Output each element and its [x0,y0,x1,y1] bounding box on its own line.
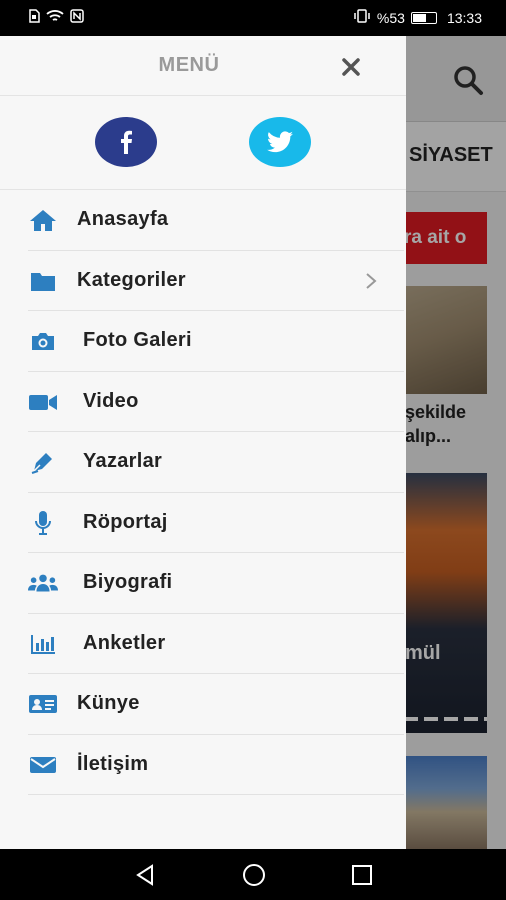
vibrate-icon [353,9,371,26]
menu-item-kunye[interactable]: Künye [28,674,404,735]
facebook-button[interactable] [95,117,157,167]
menu-item-label: Röportaj [83,510,168,533]
chevron-right-icon [364,271,378,291]
menu-item-biyografi[interactable]: Biyografi [28,553,404,614]
microphone-icon [28,510,58,536]
menu-item-iletisim[interactable]: İletişim [28,735,404,795]
menu-item-label: İletişim [77,752,149,775]
navigation-drawer: MENÜ Anasayfa Kategoriler Foto Galeri Vi… [0,36,406,849]
menu-item-label: Anasayfa [77,208,169,230]
menu-item-kategoriler[interactable]: Kategoriler [28,251,404,311]
menu-item-yazarlar[interactable]: Yazarlar [28,432,404,493]
nfc-icon [70,9,84,26]
wifi-icon [46,9,64,26]
recents-icon[interactable] [348,861,376,889]
menu-item-label: Kategoriler [77,268,186,291]
drawer-title: MENÜ [158,54,220,76]
menu-item-label: Video [83,389,139,412]
video-icon [28,389,58,415]
close-icon[interactable] [338,54,364,80]
menu-item-label: Biyografi [83,571,173,593]
menu-item-anketler[interactable]: Anketler [28,614,404,674]
battery-icon [410,11,437,24]
sim-icon [28,9,40,26]
menu-item-label: Foto Galeri [83,329,192,351]
menu-item-video[interactable]: Video [28,372,404,432]
home-button-icon[interactable] [240,861,268,889]
twitter-button[interactable] [249,117,311,167]
screen: %53 13:33 SİYASET ra ait o şekilde alıp.… [0,0,506,900]
bar-chart-icon [28,631,58,657]
pen-icon [28,449,58,475]
folder-icon [28,268,58,294]
drawer-menu: Anasayfa Kategoriler Foto Galeri Video Y… [0,190,406,795]
social-links [0,96,406,190]
drawer-header: MENÜ [0,36,406,96]
clock: 13:33 [446,9,482,26]
envelope-icon [28,752,58,778]
home-icon [28,207,58,233]
menu-item-roportaj[interactable]: Röportaj [28,493,404,553]
id-card-icon [28,691,58,717]
system-navigation-bar [0,849,506,900]
battery-percent: %53 [376,9,405,26]
back-icon[interactable] [132,861,160,889]
camera-icon [28,328,58,354]
menu-item-label: Künye [77,692,140,714]
menu-item-anasayfa[interactable]: Anasayfa [28,190,404,251]
status-bar: %53 13:33 [0,0,506,36]
menu-item-label: Yazarlar [83,450,163,472]
menu-item-label: Anketler [83,631,166,654]
menu-item-foto-galeri[interactable]: Foto Galeri [28,311,404,372]
facebook-icon [121,130,132,154]
users-icon [28,570,58,596]
twitter-icon [267,131,293,153]
